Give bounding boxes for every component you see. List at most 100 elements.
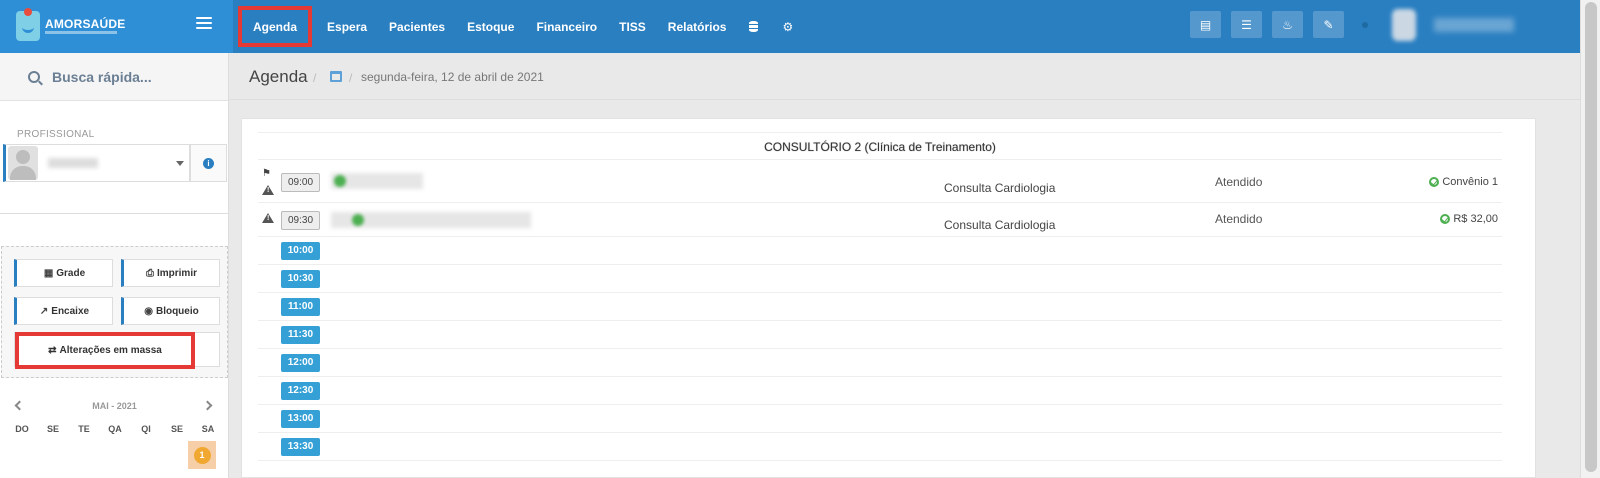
calendar-icon: ▦ bbox=[43, 267, 54, 279]
list-icon[interactable]: ☰ bbox=[1231, 11, 1262, 38]
inbox-icon[interactable]: ▤ bbox=[1190, 11, 1221, 38]
weekday: DO bbox=[15, 424, 29, 434]
weekday: TE bbox=[78, 424, 90, 434]
breadcrumb-separator: / bbox=[313, 71, 317, 85]
free-slot-row[interactable]: 10:30 bbox=[258, 265, 1502, 293]
nav-pacientes[interactable]: Pacientes bbox=[378, 20, 456, 34]
main-nav: Agenda Espera Pacientes Estoque Financei… bbox=[238, 0, 805, 53]
divider bbox=[0, 213, 229, 214]
calendar-day-number: 1 bbox=[193, 446, 211, 464]
patient-status-dot bbox=[352, 214, 364, 226]
scrollbar-thumb[interactable] bbox=[1585, 2, 1597, 472]
external-link-icon: ↗ bbox=[39, 305, 49, 317]
chat-icon[interactable]: ✎ bbox=[1313, 11, 1344, 38]
free-slot-row[interactable]: 13:00 bbox=[258, 405, 1502, 433]
user-name-blurred[interactable] bbox=[1434, 18, 1514, 32]
breadcrumb-date: segunda-feira, 12 de abril de 2021 bbox=[361, 70, 544, 84]
page-scrollbar[interactable] bbox=[1580, 0, 1600, 478]
grade-label: Grade bbox=[56, 267, 86, 279]
encaixe-label: Encaixe bbox=[51, 305, 90, 317]
nav-financeiro[interactable]: Financeiro bbox=[525, 20, 608, 34]
lock-icon: ◉ bbox=[144, 305, 153, 317]
mass-changes-label: Alterações em massa bbox=[59, 345, 162, 356]
exchange-icon: ⇄ bbox=[48, 345, 57, 356]
professional-name-blurred bbox=[48, 158, 98, 168]
appointment-time[interactable]: 09:30 bbox=[281, 211, 320, 230]
agenda-panel: CONSULTÓRIO 2 (Clínica de Treinamento) ⚑… bbox=[241, 118, 1536, 478]
appointment-procedure: Consulta Cardiologia bbox=[944, 218, 1056, 232]
database-icon[interactable] bbox=[737, 21, 770, 32]
mass-changes-highlight: ⇄ Alterações em massa bbox=[15, 332, 195, 369]
nav-tiss[interactable]: TISS bbox=[608, 20, 657, 34]
appointment-payment: R$ 32,00 bbox=[1440, 213, 1498, 225]
gear-icon[interactable]: ⚙ bbox=[770, 20, 805, 34]
quick-search-label: Busca rápida... bbox=[52, 68, 152, 85]
chevron-down-icon bbox=[176, 161, 184, 166]
payment-label: R$ 32,00 bbox=[1453, 213, 1498, 225]
nav-estoque[interactable]: Estoque bbox=[456, 20, 525, 34]
appointment-payment: Convênio 1 bbox=[1429, 176, 1498, 188]
calendar-icon bbox=[330, 71, 342, 82]
patient-status-dot bbox=[334, 175, 346, 187]
professional-info-button[interactable]: i bbox=[190, 144, 227, 182]
room-title: CONSULTÓRIO 2 (Clínica de Treinamento) bbox=[258, 132, 1502, 160]
page-header: Agenda / / segunda-feira, 12 de abril de… bbox=[229, 53, 1580, 100]
mass-changes-button[interactable]: ⇄ Alterações em massa bbox=[14, 332, 220, 369]
professional-avatar bbox=[8, 146, 38, 180]
appointment-time[interactable]: 09:00 bbox=[281, 173, 320, 192]
weekday: SA bbox=[201, 424, 215, 434]
nav-espera[interactable]: Espera bbox=[316, 20, 378, 34]
page-title: Agenda bbox=[249, 67, 308, 86]
payment-label: Convênio 1 bbox=[1442, 176, 1498, 188]
mini-calendar-header: MAI - 2021 bbox=[0, 399, 229, 419]
calendar-day[interactable]: 1 bbox=[188, 441, 216, 469]
slot-time[interactable]: 12:00 bbox=[281, 354, 320, 372]
check-circle-icon bbox=[1440, 214, 1451, 224]
encaixe-button[interactable]: ↗ Encaixe bbox=[14, 297, 113, 325]
professional-label: PROFISSIONAL bbox=[17, 129, 95, 140]
weekday: SE bbox=[170, 424, 183, 434]
brand[interactable]: AMORSAÚDE bbox=[0, 0, 233, 53]
flag-icon: ⚑ bbox=[262, 168, 271, 179]
print-icon: ⎙ bbox=[145, 267, 154, 279]
imprimir-button[interactable]: ⎙ Imprimir bbox=[121, 259, 220, 287]
slot-time[interactable]: 10:00 bbox=[281, 242, 320, 260]
appointment-row[interactable]: ⚑ 09:00 Consulta Cardiologia Atendido Co… bbox=[258, 161, 1502, 203]
logo-icon bbox=[16, 8, 40, 41]
weekday: QI bbox=[141, 424, 151, 434]
topbar-actions: ▤ ☰ ♨ ✎ bbox=[1190, 11, 1344, 38]
user-avatar[interactable] bbox=[1392, 9, 1416, 41]
professional-select[interactable] bbox=[3, 144, 190, 182]
slot-time[interactable]: 11:30 bbox=[281, 326, 320, 344]
free-slot-row[interactable]: 11:30 bbox=[258, 321, 1502, 349]
bloqueio-button[interactable]: ◉ Bloqueio bbox=[121, 297, 220, 325]
menu-toggle-icon[interactable] bbox=[196, 17, 212, 30]
bell-icon[interactable]: ♨ bbox=[1272, 11, 1303, 38]
free-slot-row[interactable]: 13:30 bbox=[258, 433, 1502, 461]
search-icon bbox=[28, 70, 40, 83]
warning-icon bbox=[262, 213, 274, 223]
slot-time[interactable]: 13:30 bbox=[281, 438, 320, 456]
bloqueio-label: Bloqueio bbox=[155, 305, 199, 317]
mini-calendar-title: MAI - 2021 bbox=[92, 401, 137, 411]
appointment-status: Atendido bbox=[1215, 212, 1263, 226]
nav-relatorios[interactable]: Relatórios bbox=[657, 20, 738, 34]
slot-time[interactable]: 11:00 bbox=[281, 298, 320, 316]
appointment-row[interactable]: 09:30 Consulta Cardiologia Atendido R$ 3… bbox=[258, 203, 1502, 237]
slot-time[interactable]: 12:30 bbox=[281, 382, 320, 400]
quick-search[interactable]: Busca rápida... bbox=[0, 53, 228, 101]
imprimir-label: Imprimir bbox=[156, 267, 197, 279]
mini-calendar-weekdays: DO SE TE QA QI SE SA bbox=[8, 424, 222, 434]
weekday: SE bbox=[46, 424, 59, 434]
free-slot-row[interactable]: 11:00 bbox=[258, 293, 1502, 321]
slot-time[interactable]: 13:00 bbox=[281, 410, 320, 428]
brand-name: AMORSAÚDE bbox=[45, 17, 126, 31]
free-slot-row[interactable]: 10:00 bbox=[258, 237, 1502, 265]
free-slot-row[interactable]: 12:30 bbox=[258, 377, 1502, 405]
info-icon: i bbox=[203, 157, 214, 169]
grade-button[interactable]: ▦ Grade bbox=[14, 259, 113, 287]
nav-agenda[interactable]: Agenda bbox=[238, 6, 313, 47]
free-slot-row[interactable]: 12:00 bbox=[258, 349, 1502, 377]
top-bar: AMORSAÚDE Agenda Espera Pacientes Estoqu… bbox=[0, 0, 1580, 53]
slot-time[interactable]: 10:30 bbox=[281, 270, 320, 288]
